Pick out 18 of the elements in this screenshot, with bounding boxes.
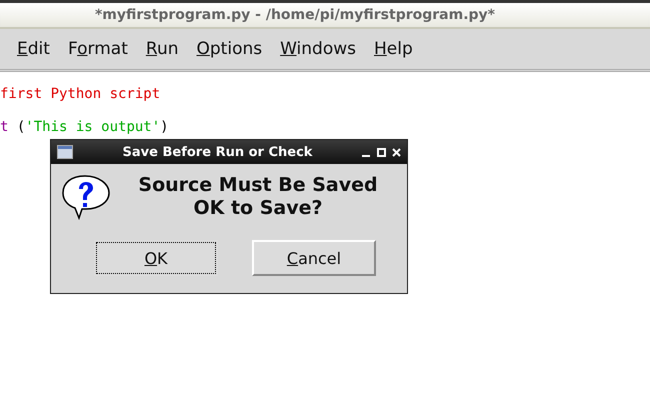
window-title: *myfirstprogram.py - /home/pi/myfirstprogram.py* [94, 7, 495, 23]
window-icon [57, 145, 73, 159]
dialog-message: OK to Save? [193, 197, 323, 220]
dialog-title: Save Before Run or Check [122, 144, 314, 160]
menu-item[interactable]: Windows [271, 39, 365, 59]
menu-item[interactable]: Help [365, 39, 422, 59]
code-line: first Python script [0, 85, 162, 104]
ok-button[interactable]: OK [94, 240, 218, 276]
code-line: t ('This is output') [0, 118, 170, 137]
menu-item[interactable]: Run [136, 39, 188, 59]
cancel-button[interactable]: Cancel [252, 240, 376, 276]
menu-item[interactable]: Options [188, 39, 272, 59]
question-icon [61, 174, 111, 220]
dialog-message: Source Must Be Saved [138, 174, 378, 197]
menu-item[interactable]: Edit [8, 39, 59, 59]
maximize-icon[interactable] [377, 148, 386, 156]
close-icon[interactable] [392, 148, 401, 156]
menu-item[interactable]: Format [58, 39, 137, 59]
